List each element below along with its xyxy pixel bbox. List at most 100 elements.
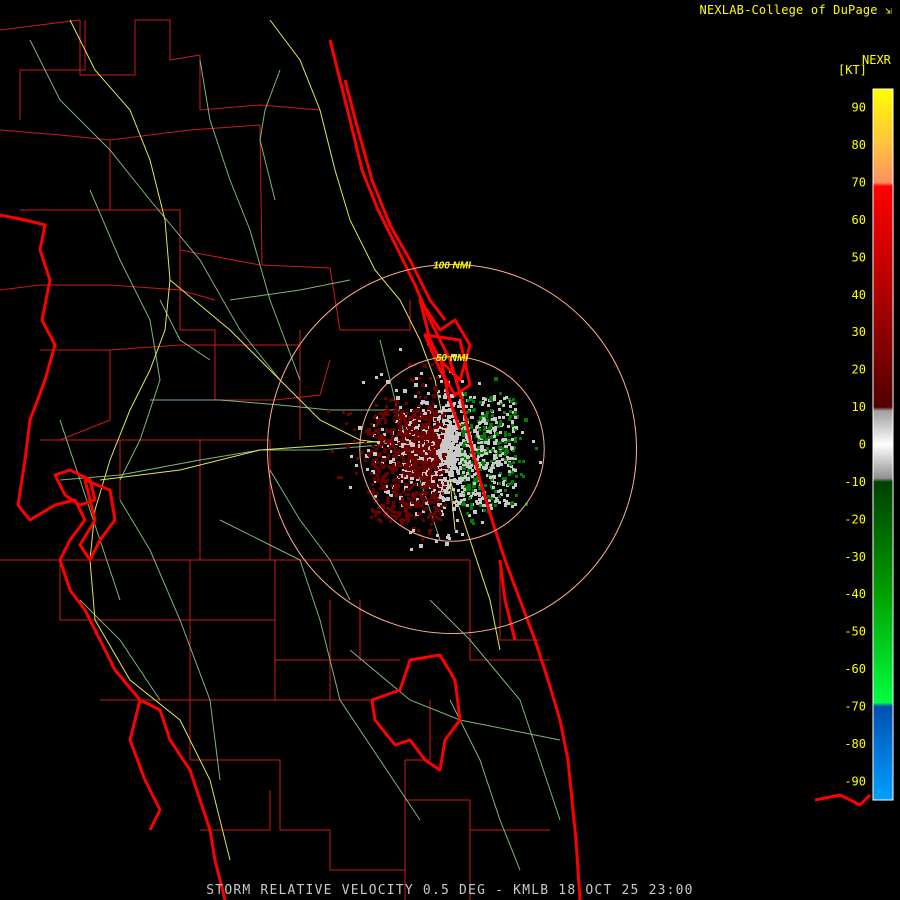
- velocity-pixel: [498, 408, 501, 411]
- velocity-pixel: [509, 410, 512, 413]
- velocity-pixel: [414, 395, 417, 398]
- velocity-pixel: [373, 478, 376, 481]
- velocity-pixel: [449, 421, 452, 424]
- velocity-pixel: [486, 411, 489, 414]
- legend-tick-label: -60: [844, 662, 866, 676]
- velocity-pixel: [445, 409, 448, 412]
- velocity-pixel: [398, 514, 401, 517]
- velocity-pixel: [466, 444, 469, 447]
- velocity-pixel: [507, 502, 510, 505]
- velocity-pixel: [377, 441, 380, 444]
- velocity-pixel: [504, 458, 507, 461]
- velocity-pixel: [515, 426, 518, 429]
- velocity-pixel: [376, 480, 379, 483]
- velocity-pixel: [491, 418, 494, 421]
- velocity-pixel: [379, 487, 382, 490]
- velocity-pixel: [396, 396, 400, 400]
- velocity-pixel: [427, 480, 430, 483]
- velocity-pixel: [416, 460, 419, 463]
- velocity-pixel: [387, 465, 390, 468]
- county-line: [259, 124, 341, 331]
- velocity-pixel: [421, 476, 424, 479]
- road-line: [259, 69, 281, 201]
- data-credit[interactable]: NEXLAB-College of DuPage ⇲: [700, 3, 892, 17]
- legend-tick-label: 60: [852, 213, 866, 227]
- velocity-pixel: [509, 405, 512, 408]
- velocity-pixel: [503, 411, 506, 414]
- velocity-pixel: [461, 474, 464, 477]
- velocity-pixel: [494, 490, 497, 493]
- velocity-pixel: [509, 415, 512, 418]
- velocity-pixel: [511, 471, 514, 474]
- velocity-pixel: [402, 415, 405, 418]
- legend-tick-label: 30: [852, 325, 866, 339]
- velocity-pixel: [374, 435, 377, 438]
- velocity-pixel: [442, 497, 445, 500]
- velocity-pixel: [493, 435, 496, 438]
- velocity-pixel: [434, 511, 437, 514]
- velocity-pixel: [443, 443, 447, 447]
- velocity-pixel: [372, 445, 375, 448]
- velocity-pixel: [355, 464, 358, 467]
- velocity-pixel: [471, 469, 474, 472]
- velocity-pixel: [428, 459, 431, 462]
- velocity-pixel: [423, 508, 426, 511]
- velocity-pixel: [406, 432, 409, 435]
- legend-tick-label: -70: [844, 699, 866, 713]
- velocity-pixel: [380, 443, 383, 446]
- velocity-pixel: [380, 463, 383, 466]
- velocity-pixel: [502, 416, 505, 419]
- legend-tick-label: -30: [844, 550, 866, 564]
- velocity-pixel: [391, 398, 394, 401]
- velocity-pixel: [414, 495, 417, 498]
- velocity-pixel: [417, 468, 420, 471]
- velocity-pixel: [432, 492, 435, 495]
- county-line: [405, 799, 550, 831]
- legend-tick-label: -50: [844, 625, 866, 639]
- radar-map: 100 NMI 50 NMI 90 80 70 60 50 40 30 20 10 0 -10 -20 -…: [0, 19, 894, 900]
- velocity-pixel: [519, 437, 522, 440]
- velocity-pixel: [484, 484, 487, 487]
- velocity-pixel: [457, 405, 460, 408]
- velocity-pixel: [439, 476, 442, 479]
- legend-tick-label: -90: [844, 774, 866, 788]
- velocity-pixel: [496, 499, 499, 502]
- road-line: [269, 469, 351, 601]
- coastline-segment: [0, 213, 227, 900]
- velocity-pixel: [481, 412, 484, 415]
- velocity-pixel: [372, 459, 375, 462]
- velocity-pixel: [508, 443, 511, 446]
- velocity-pixel: [405, 512, 408, 515]
- velocity-pixel: [413, 469, 416, 472]
- velocity-pixel: [488, 436, 491, 439]
- velocity-pixel: [372, 488, 375, 491]
- velocity-pixel: [470, 416, 473, 419]
- velocity-pixel: [422, 519, 425, 522]
- county-line: [179, 250, 216, 400]
- velocity-pixel: [495, 439, 498, 442]
- velocity-pixel: [400, 411, 403, 414]
- velocity-pixel: [499, 423, 502, 426]
- velocity-pixel: [473, 396, 476, 399]
- velocity-pixel: [440, 435, 443, 438]
- velocity-pixel: [467, 492, 470, 495]
- velocity-pixel: [467, 399, 470, 402]
- velocity-pixel: [408, 454, 411, 457]
- velocity-pixel: [419, 472, 422, 475]
- velocity-pixel: [470, 507, 473, 510]
- velocity-pixel: [410, 486, 413, 489]
- velocity-pixel: [393, 410, 396, 413]
- velocity-pixel: [420, 460, 423, 463]
- radar-map-view: 100 NMI 50 NMI 90 80 70 60 50 40 30 20 10 0 -10 -20 -…: [0, 0, 900, 900]
- velocity-pixel: [473, 510, 477, 514]
- velocity-pixel: [522, 460, 525, 463]
- county-line: [274, 560, 330, 701]
- velocity-pixel: [407, 445, 410, 448]
- velocity-pixel: [434, 412, 437, 415]
- velocity-pixel: [514, 440, 517, 443]
- velocity-pixel: [406, 441, 409, 444]
- velocity-pixel: [472, 400, 475, 403]
- velocity-pixel: [507, 483, 510, 486]
- velocity-pixel: [452, 507, 456, 511]
- velocity-pixel: [462, 494, 465, 497]
